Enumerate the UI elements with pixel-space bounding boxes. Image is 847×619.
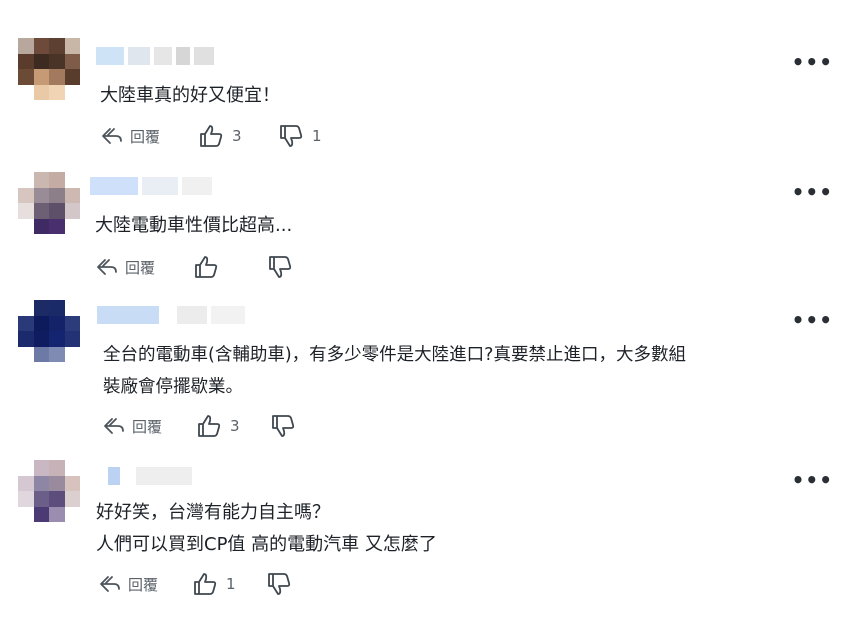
- more-horizontal-icon: •••: [791, 180, 833, 204]
- thumbs-down-icon: [269, 256, 292, 278]
- reply-label: 回覆: [125, 258, 156, 277]
- thumbs-up-icon: [200, 125, 223, 147]
- dislike-count: 1: [312, 127, 322, 145]
- like-button[interactable]: 3: [198, 123, 242, 149]
- like-button[interactable]: 1: [192, 571, 236, 597]
- like-count: 3: [232, 127, 242, 145]
- comment-text: 好好笑，台灣有能力自主嗎？ 人們可以買到CP值 高的電動汽車 又怎麼了: [96, 502, 437, 555]
- avatar[interactable]: [18, 172, 80, 234]
- more-horizontal-icon: •••: [791, 468, 833, 492]
- more-options-button[interactable]: •••: [792, 52, 833, 72]
- comment-text: 大陸車真的好又便宜！: [100, 85, 280, 106]
- thumbs-down-icon: [272, 415, 295, 437]
- reply-icon: [97, 259, 117, 275]
- username-blurred[interactable]: [90, 176, 212, 196]
- dislike-button[interactable]: [267, 254, 311, 280]
- reply-label: 回覆: [128, 575, 159, 594]
- like-button[interactable]: 3: [196, 413, 240, 439]
- comment-actions: 回覆 3: [102, 413, 314, 439]
- reply-button[interactable]: 回覆: [100, 125, 160, 147]
- username-blurred[interactable]: [96, 46, 214, 66]
- like-count: 3: [230, 417, 240, 435]
- avatar[interactable]: [18, 460, 80, 522]
- reply-icon: [100, 576, 120, 592]
- reply-button[interactable]: 回覆: [102, 415, 162, 437]
- reply-label: 回覆: [130, 127, 161, 146]
- thumbs-up-icon: [195, 256, 218, 278]
- username-blurred[interactable]: [94, 466, 192, 486]
- thumbs-down-icon: [268, 573, 291, 595]
- dislike-button[interactable]: [270, 413, 314, 439]
- more-options-button[interactable]: •••: [792, 182, 833, 202]
- more-options-button[interactable]: •••: [792, 310, 833, 330]
- comment-text: 全台的電動車(含輔助車)，有多少零件是大陸進口?真要禁止進口，大多數組 裝廠會停…: [103, 345, 686, 397]
- reply-button[interactable]: 回覆: [95, 256, 155, 278]
- thumbs-up-icon: [198, 415, 221, 437]
- thumbs-up-icon: [194, 573, 217, 595]
- dislike-button[interactable]: [266, 571, 310, 597]
- avatar[interactable]: [18, 38, 80, 100]
- comment-actions: 回覆 3 1: [100, 123, 322, 149]
- comment-text: 大陸電動車性價比超高...: [95, 215, 293, 236]
- comment-actions: 回覆: [95, 254, 311, 280]
- reply-label: 回覆: [132, 417, 163, 436]
- reply-icon: [102, 128, 122, 144]
- reply-button[interactable]: 回覆: [98, 573, 158, 595]
- thumbs-down-icon: [280, 125, 303, 147]
- more-options-button[interactable]: •••: [792, 470, 833, 490]
- avatar[interactable]: [18, 300, 80, 362]
- username-blurred[interactable]: [97, 305, 245, 325]
- more-horizontal-icon: •••: [791, 308, 833, 332]
- like-count: 1: [226, 575, 236, 593]
- dislike-button[interactable]: 1: [278, 123, 322, 149]
- reply-icon: [104, 418, 124, 434]
- more-horizontal-icon: •••: [791, 50, 833, 74]
- comment-actions: 回覆 1: [98, 571, 310, 597]
- like-button[interactable]: [193, 254, 237, 280]
